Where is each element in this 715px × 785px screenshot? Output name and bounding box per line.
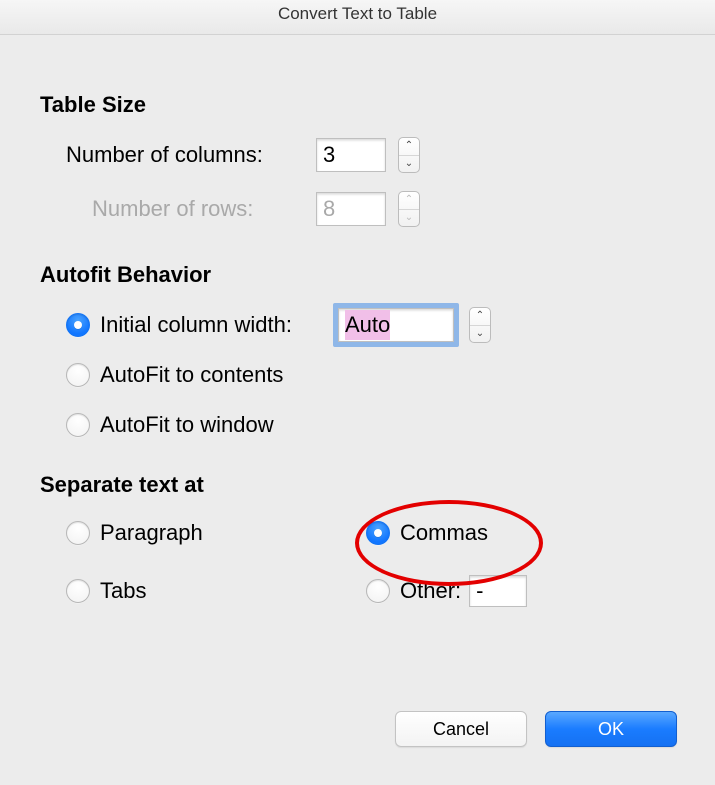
radio-paragraph[interactable] (66, 521, 90, 545)
chevron-down-icon: ⌄ (470, 326, 490, 343)
autofit-contents-label: AutoFit to contents (100, 362, 283, 388)
other-field[interactable] (469, 575, 527, 607)
initial-column-width-label: Initial column width: (100, 312, 338, 338)
dialog-content: Table Size Number of columns: ⌃ ⌄ Number… (40, 70, 675, 614)
initial-column-width-stepper[interactable]: ⌃ ⌄ (469, 307, 491, 343)
radio-tabs[interactable] (66, 579, 90, 603)
chevron-up-icon: ⌃ (399, 192, 419, 210)
paragraph-label: Paragraph (100, 520, 203, 546)
other-label: Other: (400, 578, 461, 604)
chevron-up-icon: ⌃ (399, 138, 419, 156)
row-autofit-window: AutoFit to window (66, 400, 675, 450)
chevron-down-icon: ⌄ (399, 156, 419, 173)
row-autofit-contents: AutoFit to contents (66, 350, 675, 400)
button-row: Cancel OK (395, 711, 677, 747)
ok-button[interactable]: OK (545, 711, 677, 747)
window-title: Convert Text to Table (278, 4, 437, 23)
columns-label: Number of columns: (66, 142, 316, 168)
initial-column-width-field-wrap: Auto (333, 303, 459, 347)
tabs-label: Tabs (100, 578, 146, 604)
row-number-of-rows: Number of rows: ⌃ ⌄ (92, 184, 675, 234)
cell-commas: Commas (366, 510, 675, 556)
initial-column-width-value: Auto (345, 310, 390, 340)
autofit-window-label: AutoFit to window (100, 412, 274, 438)
section-title-separate: Separate text at (40, 472, 675, 498)
columns-stepper[interactable]: ⌃ ⌄ (398, 137, 420, 173)
rows-stepper: ⌃ ⌄ (398, 191, 420, 227)
chevron-down-icon: ⌄ (399, 210, 419, 227)
cell-paragraph: Paragraph (66, 510, 366, 556)
cancel-button[interactable]: Cancel (395, 711, 527, 747)
rows-field (316, 192, 386, 226)
radio-other[interactable] (366, 579, 390, 603)
cell-other: Other: (366, 568, 675, 614)
commas-label: Commas (400, 520, 488, 546)
radio-autofit-window[interactable] (66, 413, 90, 437)
section-title-table-size: Table Size (40, 92, 675, 118)
dialog-window: Convert Text to Table Table Size Number … (0, 0, 715, 785)
section-title-autofit: Autofit Behavior (40, 262, 675, 288)
rows-label: Number of rows: (92, 196, 316, 222)
columns-field[interactable] (316, 138, 386, 172)
separate-grid: Paragraph Commas Tabs Other: (66, 510, 675, 614)
initial-column-width-field[interactable]: Auto (338, 308, 454, 342)
cell-tabs: Tabs (66, 568, 366, 614)
title-bar: Convert Text to Table (0, 0, 715, 35)
row-number-of-columns: Number of columns: ⌃ ⌄ (66, 130, 675, 180)
radio-commas[interactable] (366, 521, 390, 545)
radio-initial-column-width[interactable] (66, 313, 90, 337)
row-initial-column-width: Initial column width: Auto ⌃ ⌄ (66, 300, 675, 350)
chevron-up-icon: ⌃ (470, 308, 490, 326)
radio-autofit-contents[interactable] (66, 363, 90, 387)
